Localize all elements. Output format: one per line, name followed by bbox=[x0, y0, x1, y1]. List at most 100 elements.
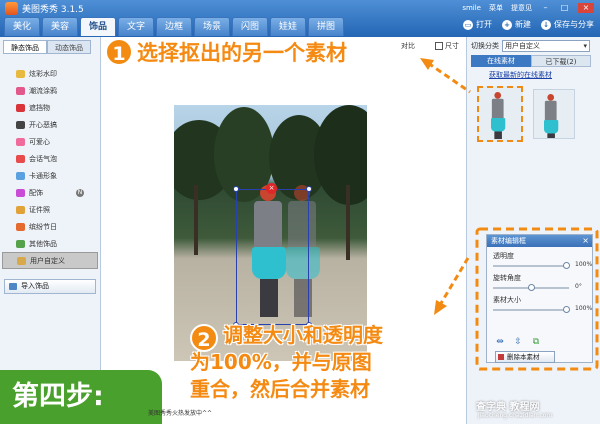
category-item[interactable]: 证件照 bbox=[2, 201, 98, 218]
size-button[interactable]: 尺寸 bbox=[435, 41, 459, 51]
category-select[interactable]: 用户自定义 bbox=[502, 40, 590, 52]
status-text: 美图秀秀火热发放中^^ bbox=[148, 410, 213, 417]
size-knob[interactable] bbox=[563, 306, 570, 313]
maximize-icon[interactable]: □ bbox=[559, 3, 570, 13]
new-button[interactable]: + 新建 bbox=[502, 19, 531, 30]
step2-line-2: 为100%，并与原图 bbox=[190, 350, 372, 374]
resize-handle[interactable] bbox=[306, 186, 312, 192]
close-icon[interactable]: × bbox=[582, 235, 589, 247]
heart-icon bbox=[16, 137, 25, 146]
main-tabs: 美化 美容 饰品 文字 边框 场景 闪图 娃娃 拼图 bbox=[4, 17, 344, 36]
speech-bubble-icon bbox=[16, 154, 25, 163]
delete-material-button[interactable]: 删除本素材 bbox=[495, 351, 555, 363]
tab-downloaded-materials[interactable]: 已下载(2) bbox=[531, 55, 591, 67]
size-slider[interactable] bbox=[493, 306, 570, 313]
top-toolbar: ▭ 打开 + 新建 ↓ 保存与分享 bbox=[463, 19, 594, 30]
category-item[interactable]: 其他饰品 bbox=[2, 235, 98, 252]
get-online-materials-link[interactable]: 获取最新的在线素材 bbox=[489, 70, 552, 80]
category-label: 潮流涂鸦 bbox=[29, 86, 57, 95]
tab-5[interactable]: 场景 bbox=[194, 17, 230, 36]
material-tabs: 在线素材 已下载(2) bbox=[471, 55, 591, 67]
tab-8[interactable]: 拼图 bbox=[308, 17, 344, 36]
category-label: 遮挡物 bbox=[29, 103, 50, 112]
new-badge: N bbox=[76, 188, 84, 197]
user-name[interactable]: smile bbox=[462, 4, 481, 12]
feedback-link[interactable]: 提意见 bbox=[511, 3, 532, 13]
category-label: 会话气泡 bbox=[29, 154, 57, 163]
category-item[interactable]: 潮流涂鸦 bbox=[2, 82, 98, 99]
category-label: 缤纷节日 bbox=[29, 222, 57, 231]
category-item[interactable]: 用户自定义 bbox=[2, 252, 98, 269]
decoration-type-tabs: 静态饰品 动态饰品 bbox=[3, 40, 91, 54]
save-share-button[interactable]: ↓ 保存与分享 bbox=[541, 19, 594, 30]
remove-material-icon[interactable]: × bbox=[266, 183, 277, 194]
tab-animated-decorations[interactable]: 动态饰品 bbox=[47, 40, 91, 54]
material-thumbnail-selected[interactable] bbox=[477, 86, 523, 142]
close-icon[interactable]: × bbox=[578, 3, 594, 13]
stop-icon bbox=[16, 103, 25, 112]
tab-static-decorations[interactable]: 静态饰品 bbox=[3, 40, 47, 54]
tab-1[interactable]: 美容 bbox=[42, 17, 78, 36]
resize-handle[interactable] bbox=[233, 186, 239, 192]
tab-4[interactable]: 边框 bbox=[156, 17, 192, 36]
category-item[interactable]: 缤纷节日 bbox=[2, 218, 98, 235]
step-label: 第四步: bbox=[0, 370, 162, 424]
misc-icon bbox=[16, 239, 25, 248]
flip-vertical-icon[interactable]: ⇳ bbox=[513, 337, 523, 347]
category-switch: 切换分类 用户自定义 bbox=[471, 40, 590, 52]
category-item[interactable]: 配饰 N bbox=[2, 184, 98, 201]
tree-trunk bbox=[194, 185, 198, 255]
step2-badge: 2 bbox=[190, 324, 218, 352]
right-panel: 切换分类 用户自定义 在线素材 已下载(2) 获取最新的在线素材 素材编辑框 ×… bbox=[466, 37, 600, 424]
tree-shape bbox=[314, 105, 367, 205]
opacity-knob[interactable] bbox=[563, 262, 570, 269]
flip-horizontal-icon[interactable]: ⇹ bbox=[495, 337, 505, 347]
tab-7[interactable]: 娃娃 bbox=[270, 17, 306, 36]
delete-icon bbox=[498, 354, 504, 360]
rotate-slider[interactable] bbox=[493, 284, 569, 291]
import-icon bbox=[9, 283, 17, 290]
app-logo-icon bbox=[5, 2, 18, 15]
tab-0[interactable]: 美化 bbox=[4, 17, 40, 36]
folder-icon bbox=[17, 256, 26, 265]
opacity-label: 透明度 bbox=[493, 252, 514, 260]
open-button[interactable]: ▭ 打开 bbox=[463, 19, 492, 30]
tab-2[interactable]: 饰品 bbox=[80, 17, 116, 36]
opacity-slider[interactable] bbox=[493, 262, 570, 269]
category-item[interactable]: 会话气泡 bbox=[2, 150, 98, 167]
title-bar: 美图秀秀 3.1.5 smile 菜单 提意见 – □ × 美化 美容 饰品 文字 边框… bbox=[0, 0, 600, 37]
plus-icon: + bbox=[502, 19, 512, 30]
category-label: 证件照 bbox=[29, 205, 50, 214]
import-decoration-button[interactable]: 导入饰品 bbox=[4, 279, 96, 294]
tab-6[interactable]: 闪图 bbox=[232, 17, 268, 36]
size-label: 素材大小 bbox=[493, 296, 521, 304]
copy-material-icon[interactable]: ⧉ bbox=[531, 337, 541, 347]
transform-icons: ⇹ ⇳ ⧉ bbox=[495, 337, 541, 347]
step2-annotation: 调整大小和透明度 为100%，并与原图 重合，然后合并素材 bbox=[190, 322, 383, 403]
save-icon: ↓ bbox=[541, 19, 551, 30]
category-label: 开心恶搞 bbox=[29, 120, 57, 129]
category-item[interactable]: 开心恶搞 bbox=[2, 116, 98, 133]
menu-link[interactable]: 菜单 bbox=[489, 3, 503, 13]
category-list: 炫彩水印潮流涂鸦遮挡物开心恶搞可爱心会话气泡卡通形象配饰 N 证件照缤纷节日其他饰品… bbox=[2, 65, 98, 269]
step1-text: 选择抠出的另一个素材 bbox=[137, 41, 347, 65]
category-item[interactable]: 炫彩水印 bbox=[2, 65, 98, 82]
category-item[interactable]: 遮挡物 bbox=[2, 99, 98, 116]
tree-trunk bbox=[346, 185, 350, 260]
category-item[interactable]: 可爱心 bbox=[2, 133, 98, 150]
tab-online-materials[interactable]: 在线素材 bbox=[471, 55, 531, 67]
material-thumbnail[interactable] bbox=[533, 89, 575, 139]
step1-badge: 1 bbox=[105, 38, 133, 66]
material-selection-box[interactable] bbox=[233, 186, 312, 328]
compare-button[interactable]: 对比 bbox=[401, 41, 415, 51]
rotate-knob[interactable] bbox=[528, 284, 535, 291]
bow-icon bbox=[16, 188, 25, 197]
minimize-icon[interactable]: – bbox=[540, 3, 551, 13]
category-label: 配饰 bbox=[29, 188, 43, 197]
beard-icon bbox=[16, 120, 25, 129]
category-label: 卡通形象 bbox=[29, 171, 57, 180]
step1-annotation: 1 选择抠出的另一个素材 bbox=[105, 37, 347, 67]
category-item[interactable]: 卡通形象 bbox=[2, 167, 98, 184]
material-editor-header: 素材编辑框 × bbox=[487, 235, 592, 247]
tab-3[interactable]: 文字 bbox=[118, 17, 154, 36]
